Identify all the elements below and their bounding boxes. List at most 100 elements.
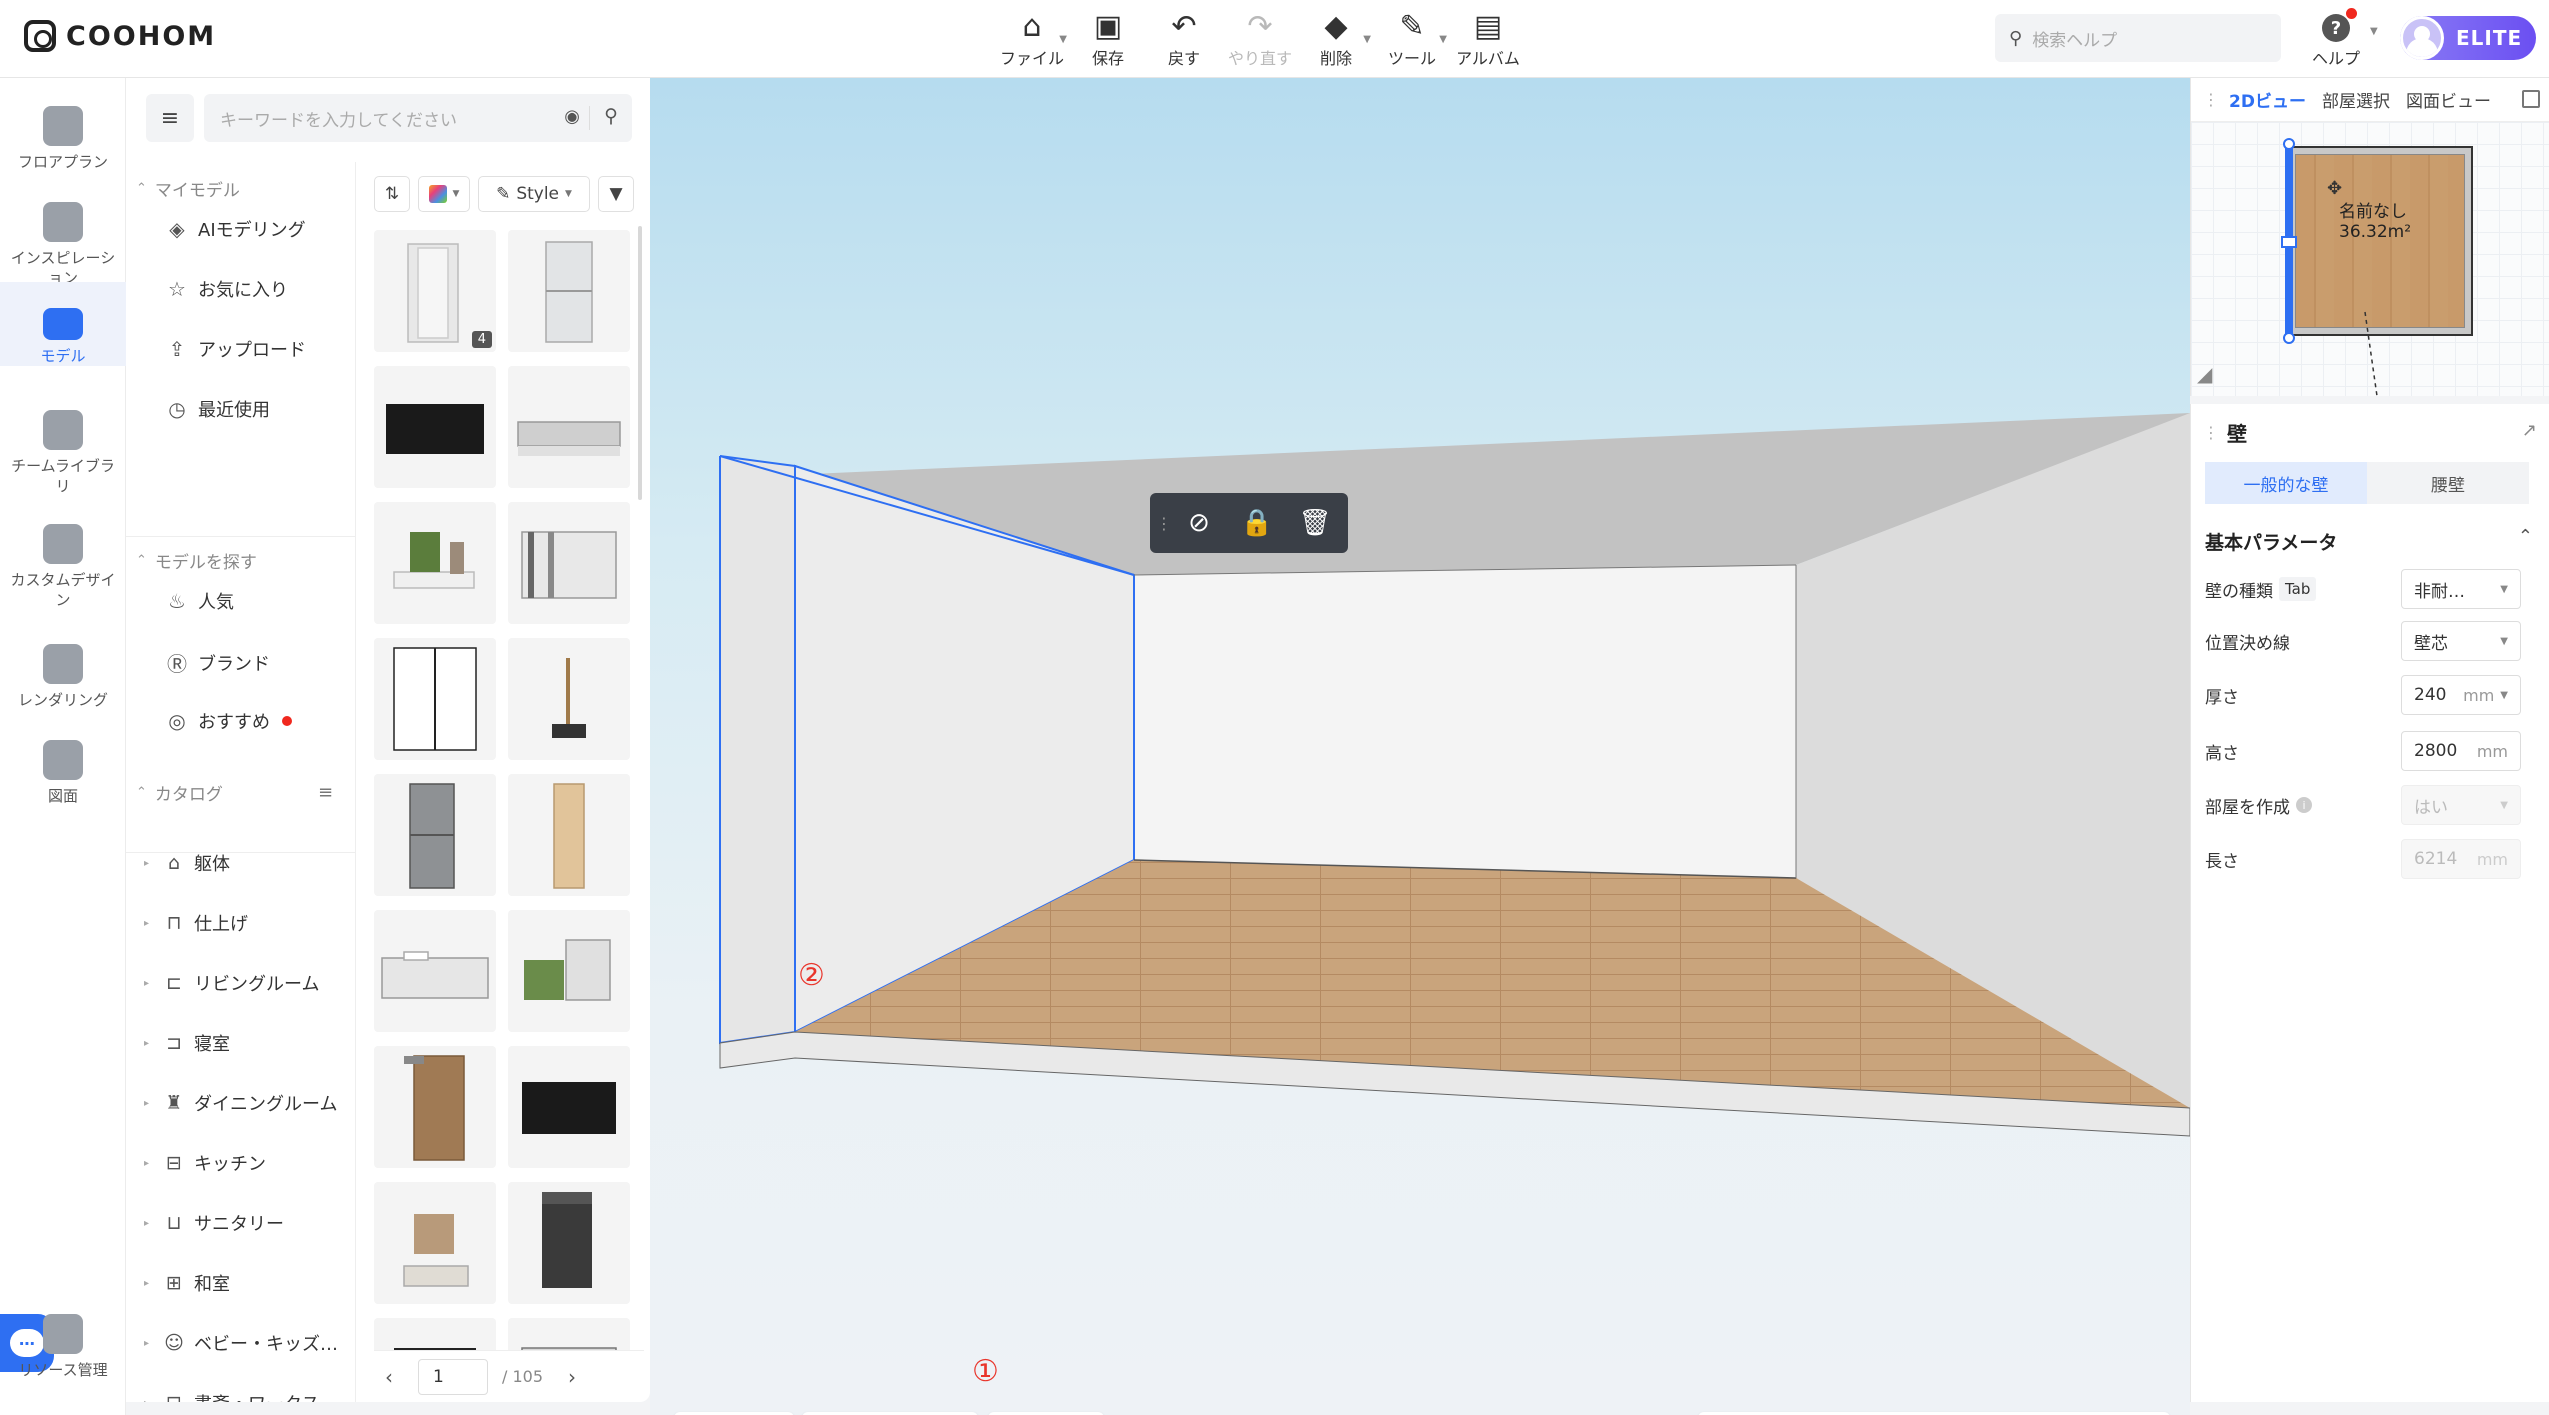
property-input[interactable]: 壁芯 ▼ — [2401, 621, 2521, 661]
toolbar-wrench-button[interactable]: ✎ ツール ▼ — [1375, 10, 1449, 70]
drag-handle-icon[interactable]: ⋮ — [2203, 423, 2219, 442]
section-my-models[interactable]: ⌃ マイモデル — [136, 176, 240, 201]
notification-dot — [2346, 8, 2357, 19]
model-thumbnail[interactable] — [374, 910, 496, 1032]
chevron-up-icon[interactable]: ⌃ — [2518, 526, 2533, 547]
model-thumbnail[interactable] — [508, 910, 630, 1032]
model-thumbnail[interactable] — [374, 1046, 496, 1168]
tab-minimap-0[interactable]: 2Dビュー — [2229, 87, 2306, 112]
toolbar-redo-button[interactable]: ↷ やり直す — [1223, 10, 1297, 70]
3d-viewport[interactable]: ⋮ ⊘ 🔒 🗑 ② ① ☰1F▼ 2D▼ 3D▼ ◉ ▣ ⬚ ⚙ ⌖ ⚲ − 8… — [650, 78, 2190, 1415]
prev-page-button[interactable]: ‹ — [374, 1365, 404, 1389]
next-page-button[interactable]: › — [557, 1365, 587, 1389]
nav-item-drawing[interactable]: 図面 — [0, 726, 126, 810]
toolbar-file-button[interactable]: ⌂ ファイル ▼ — [995, 10, 1069, 70]
tab-minimap-2[interactable]: 図面ビュー — [2406, 87, 2491, 112]
catalog-settings-icon[interactable]: ≡ — [318, 782, 333, 803]
model-thumbnail[interactable] — [374, 1182, 496, 1304]
toolbar-album-button[interactable]: ▤ アルバム — [1451, 10, 1525, 70]
tree-item-my-models[interactable]: ☆ お気に入り — [166, 276, 288, 302]
coohom-logo[interactable]: COOHOM — [24, 20, 216, 52]
tree-item-my-models[interactable]: ⇪ アップロード — [166, 336, 306, 362]
tree-item-catalog[interactable]: ▸ ⊏ リビングルーム — [144, 970, 319, 996]
nav-item-resource[interactable]: リソース管理 — [0, 1300, 126, 1390]
chevron-down-icon: ▼ — [1439, 34, 1447, 45]
search-icon[interactable]: ⚲ — [604, 105, 618, 127]
tree-item-catalog[interactable]: ▸ ⊡ 書斎・ワークス… — [144, 1390, 337, 1402]
tree-item-catalog[interactable]: ▸ ⊟ キッチン — [144, 1150, 266, 1176]
style-icon: ✎ — [496, 184, 511, 204]
tab-minimap-1[interactable]: 部屋選択 — [2322, 87, 2390, 112]
model-thumbnail[interactable] — [508, 1046, 630, 1168]
nav-item-camera[interactable]: レンダリング — [0, 630, 126, 714]
grid-scrollbar[interactable] — [638, 226, 642, 500]
property-input[interactable]: 2800 mm — [2401, 731, 2521, 771]
tree-item-catalog[interactable]: ▸ ☺ ベビー・キッズ… — [144, 1330, 338, 1356]
property-input[interactable]: 非耐… ▼ — [2401, 569, 2521, 609]
model-thumbnail[interactable]: 4 — [374, 230, 496, 352]
model-thumbnail[interactable] — [374, 774, 496, 896]
model-search-input[interactable]: キーワードを入力してください ◉ ⚲ — [204, 94, 632, 142]
tree-item-catalog[interactable]: ▸ ⊐ 寝室 — [144, 1030, 230, 1056]
filter-button[interactable]: ▼ — [598, 176, 634, 212]
delete-button[interactable]: 🗑 — [1286, 493, 1344, 553]
section-find-models[interactable]: ⌃ モデルを探す — [136, 548, 257, 573]
tree-item-catalog[interactable]: ▸ ⌂ 躯体 — [144, 850, 230, 876]
expand-icon[interactable] — [2522, 90, 2540, 108]
color-filter-button[interactable]: ▼ — [418, 176, 470, 212]
sort-button[interactable]: ⇅ — [374, 176, 410, 212]
nav-item-custom-design[interactable]: カスタムデザイン — [0, 510, 126, 618]
model-thumbnail[interactable] — [508, 1182, 630, 1304]
model-thumbnail[interactable] — [374, 502, 496, 624]
section-catalog[interactable]: ⌃ カタログ — [136, 780, 223, 805]
tab-wall-type-0[interactable]: 一般的な壁 — [2205, 462, 2367, 504]
model-thumbnail[interactable] — [374, 638, 496, 760]
expand-icon[interactable]: ↗ — [2522, 420, 2537, 441]
toolbar-save-button[interactable]: ▣ 保存 — [1071, 10, 1145, 70]
tree-item-label: 人気 — [198, 592, 234, 613]
tree-item-my-models[interactable]: ◈ AIモデリング — [166, 216, 305, 242]
drag-handle-icon[interactable]: ⋮ — [2203, 90, 2219, 109]
help-button[interactable]: ? ヘルプ ▼ — [2306, 8, 2378, 70]
resize-corner-icon[interactable]: ◢ — [2197, 362, 2212, 386]
toolbar-label: ファイル — [999, 49, 1064, 68]
tree-item-catalog[interactable]: ▸ ⊓ 仕上げ — [144, 910, 248, 936]
nav-item-sofa[interactable]: モデル — [0, 282, 126, 366]
tree-item-my-models[interactable]: ◷ 最近使用 — [166, 396, 270, 422]
collapse-tree-button[interactable]: ≡ — [146, 94, 194, 142]
nav-item-crown[interactable]: チームライブラリ — [0, 396, 126, 496]
menu-collapse-icon: ≡ — [160, 105, 180, 131]
toolbar-eraser-button[interactable]: ◆ 削除 ▼ — [1299, 10, 1373, 70]
property-label: 位置決め線 — [2205, 629, 2401, 654]
nav-item-lightbulb[interactable]: インスピレーション — [0, 188, 126, 296]
lock-button[interactable]: 🔒 — [1228, 493, 1286, 553]
model-thumbnail[interactable] — [508, 366, 630, 488]
account-elite-badge[interactable]: ELITE — [2400, 16, 2536, 60]
tree-item-catalog[interactable]: ▸ ♜ ダイニングルーム — [144, 1090, 337, 1116]
camera-search-icon[interactable]: ◉ — [564, 106, 580, 127]
tree-item-find-models[interactable]: ◎ おすすめ — [166, 708, 292, 734]
tree-item-find-models[interactable]: Ⓡ ブランド — [166, 648, 270, 677]
page-input[interactable]: 1 — [418, 1358, 488, 1395]
clock-icon: ◷ — [168, 397, 186, 421]
model-thumbnail[interactable] — [374, 1318, 496, 1350]
model-thumbnail[interactable] — [508, 638, 630, 760]
minimap-2d[interactable]: ✥ 名前なし 36.32m² ◢ — [2191, 122, 2549, 396]
model-thumbnail[interactable] — [374, 366, 496, 488]
model-thumbnail[interactable] — [508, 1318, 630, 1350]
style-filter-button[interactable]: ✎ Style ▼ — [478, 176, 590, 212]
drag-handle-icon[interactable]: ⋮ — [1156, 514, 1172, 533]
tab-wall-type-1[interactable]: 腰壁 — [2367, 462, 2529, 504]
help-search-input[interactable]: ⚲ 検索ヘルプ — [1995, 14, 2281, 62]
toolbar-undo-button[interactable]: ↶ 戻す — [1147, 10, 1221, 70]
tree-item-catalog[interactable]: ▸ ⊔ サニタリー — [144, 1210, 284, 1236]
model-thumbnail[interactable] — [508, 230, 630, 352]
model-thumbnail[interactable] — [508, 502, 630, 624]
tree-item-catalog[interactable]: ▸ ⊞ 和室 — [144, 1270, 230, 1296]
tree-item-find-models[interactable]: ♨ 人気 — [166, 588, 234, 614]
property-input[interactable]: 240 mm ▼ — [2401, 675, 2521, 715]
nav-item-floorplan[interactable]: フロアプラン — [0, 92, 126, 180]
chevron-down-icon: ▼ — [1059, 34, 1067, 45]
model-thumbnail[interactable] — [508, 774, 630, 896]
hide-button[interactable]: ⊘ — [1170, 493, 1228, 553]
